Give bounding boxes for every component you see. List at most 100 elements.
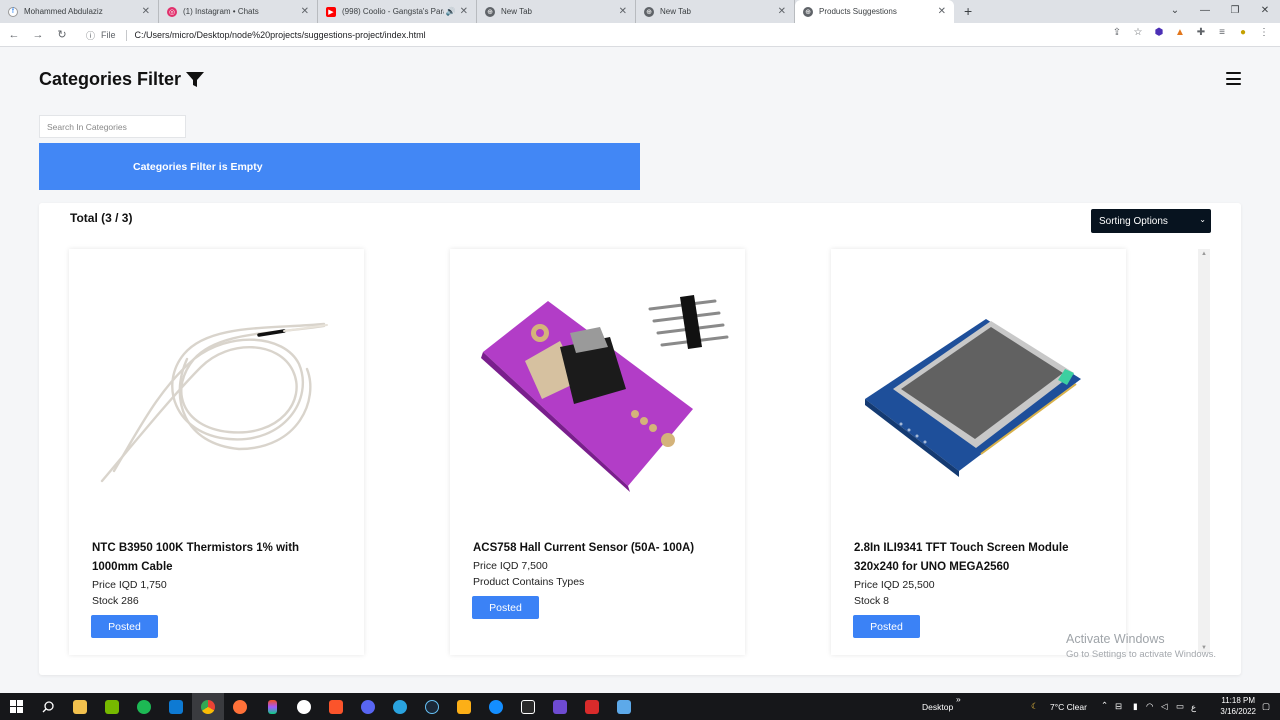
product-card: ACS758 Hall Current Sensor (50A- 100A) P… [450, 249, 745, 655]
product-price: Price IQD 7,500 [473, 560, 548, 572]
current-sensor-board-image [481, 295, 729, 492]
notifications-icon[interactable]: ▢ [1262, 701, 1270, 712]
product-name: ACS758 Hall Current Sensor (50A- 100A) [473, 542, 695, 554]
profile-icon[interactable]: ● [1237, 26, 1249, 38]
new-tab-button[interactable]: + [964, 0, 972, 23]
posted-button[interactable]: Posted [472, 596, 539, 619]
file-explorer-icon[interactable] [64, 693, 96, 720]
network-icon[interactable]: ⊟ [1115, 701, 1122, 712]
rockstar-icon[interactable] [448, 693, 480, 720]
product-card: 2.8In ILI9341 TFT Touch Screen Module 32… [831, 249, 1126, 655]
product-name: NTC B3950 100K Thermistors 1% with 1000m… [92, 542, 300, 573]
close-tab-icon[interactable]: ✕ [460, 6, 468, 17]
language-indicator[interactable]: ع [1191, 702, 1196, 713]
file-label: File [101, 30, 116, 40]
close-tab-icon[interactable]: ✕ [301, 6, 309, 17]
volume-icon[interactable]: ◁ [1161, 701, 1168, 712]
speaker-icon[interactable]: 🔊 [446, 7, 456, 16]
discord-icon[interactable] [352, 693, 384, 720]
forward-icon[interactable]: → [28, 29, 48, 41]
share-icon[interactable]: ⇪ [1111, 26, 1123, 38]
weather-text[interactable]: 7°C Clear [1050, 702, 1087, 712]
page-content: Categories Filter Categories Filter is E… [0, 48, 1280, 693]
url-text[interactable]: C:/Users/micro/Desktop/node%20projects/s… [135, 30, 426, 40]
steam-icon[interactable] [416, 693, 448, 720]
more-menu-icon[interactable]: ⋮ [1258, 26, 1270, 38]
microphone-icon[interactable]: ▮ [1133, 701, 1138, 712]
chevron-down-icon: ⌄ [1199, 215, 1206, 224]
chevron-icon[interactable]: » [956, 694, 961, 704]
taskbar-clock[interactable]: 11:18 PM 3/16/2022 [1220, 695, 1256, 717]
tab-title: (1) Instagram • Chats [183, 7, 259, 16]
products-scrollbar[interactable]: ▲ ▼ [1198, 249, 1210, 653]
tab-title: New Tab [501, 7, 532, 16]
product-price: Price IQD 25,500 [854, 579, 935, 591]
sorting-options-select[interactable]: Sorting Options ⌄ [1091, 209, 1211, 233]
telegram-icon[interactable] [384, 693, 416, 720]
close-tab-icon[interactable]: ✕ [142, 6, 150, 17]
windows-start-icon[interactable] [0, 693, 32, 720]
close-window-icon[interactable]: ✕ [1250, 0, 1280, 23]
desktop-toolbar-label[interactable]: Desktop [922, 702, 953, 712]
posted-button[interactable]: Posted [91, 615, 158, 638]
app-red-icon[interactable] [576, 693, 608, 720]
tab-youtube[interactable]: ▶ (998) Coolio - Gangsta's Para 🔊 ✕ [318, 0, 477, 23]
browser-tab-strip: f Mohammed Abdulaziz ✕ ◎ (1) Instagram • Ch… [0, 0, 1280, 23]
category-search-input[interactable] [39, 115, 186, 138]
nvidia-icon[interactable] [96, 693, 128, 720]
page-header: Categories Filter [39, 69, 205, 90]
tab-search-icon[interactable]: ⌄ [1160, 0, 1190, 23]
metamask-icon[interactable]: ▲ [1174, 26, 1186, 38]
tab-products-suggestions[interactable]: ⊕ Products Suggestions ✕ [795, 0, 954, 23]
alert-text: Categories Filter is Empty [133, 160, 263, 173]
product-card: NTC B3950 100K Thermistors 1% with 1000m… [69, 249, 364, 655]
address-bar: ← → ↻ ⓘ File C:/Users/micro/Desktop/node… [0, 23, 1280, 47]
tab-mohammed[interactable]: f Mohammed Abdulaziz ✕ [0, 0, 159, 23]
search-icon[interactable] [32, 693, 64, 720]
battery-icon[interactable]: ▭ [1176, 701, 1184, 712]
omnibox[interactable]: ⓘ File C:/Users/micro/Desktop/node%20pro… [86, 26, 1146, 44]
close-tab-icon[interactable]: ✕ [778, 6, 786, 17]
activate-windows-watermark: Activate Windows Go to Settings to activ… [1066, 632, 1216, 662]
figma-icon[interactable] [256, 693, 288, 720]
product-stock: Stock 286 [92, 595, 139, 607]
hamburger-menu-icon[interactable] [1226, 72, 1241, 85]
restore-icon[interactable]: ❐ [1220, 0, 1250, 23]
facebook-icon: f [8, 6, 18, 17]
chrome-icon[interactable] [192, 693, 224, 720]
epic-games-icon[interactable] [512, 693, 544, 720]
vscode-icon[interactable] [160, 693, 192, 720]
total-count: Total (3 / 3) [70, 211, 133, 225]
product-price: Price IQD 1,750 [92, 579, 167, 591]
tray-up-icon[interactable]: ⌃ [1101, 700, 1108, 711]
tab-instagram[interactable]: ◎ (1) Instagram • Chats ✕ [159, 0, 318, 23]
firefox-icon[interactable] [224, 693, 256, 720]
extension-hex-icon[interactable]: ⬢ [1153, 26, 1165, 38]
minimize-icon[interactable]: — [1190, 0, 1220, 23]
puzzle-icon[interactable]: ✚ [1195, 26, 1207, 38]
filter-empty-alert: Categories Filter is Empty [39, 143, 640, 190]
brave-icon[interactable] [320, 693, 352, 720]
globe-icon: ⊕ [644, 6, 654, 17]
watermark-subtitle: Go to Settings to activate Windows. [1066, 649, 1216, 660]
close-tab-icon[interactable]: ✕ [938, 6, 946, 17]
wifi-icon[interactable]: ◠ [1146, 701, 1153, 712]
bookmark-star-icon[interactable]: ☆ [1132, 26, 1144, 38]
reading-list-icon[interactable]: ≡ [1216, 26, 1228, 38]
battlenet-icon[interactable] [480, 693, 512, 720]
page-title: Categories Filter [39, 69, 182, 89]
tab-title: Products Suggestions [819, 7, 897, 16]
reload-icon[interactable]: ↻ [52, 28, 72, 41]
app-blue-icon[interactable] [608, 693, 640, 720]
back-icon[interactable]: ← [4, 29, 24, 41]
app-purple-icon[interactable] [544, 693, 576, 720]
scroll-up-icon[interactable]: ▲ [1201, 251, 1207, 257]
info-icon[interactable]: ⓘ [86, 29, 95, 42]
tab-new-2[interactable]: ⊕ New Tab ✕ [636, 0, 795, 23]
posted-button[interactable]: Posted [853, 615, 920, 638]
app-green-icon[interactable] [128, 693, 160, 720]
app-g-icon[interactable] [288, 693, 320, 720]
close-tab-icon[interactable]: ✕ [619, 6, 627, 17]
windows-taskbar: Desktop » ☾ 7°C Clear ⌃ ⊟ ▮ ◠ ◁ ▭ ع 11:1… [0, 693, 1280, 720]
tab-new-1[interactable]: ⊕ New Tab ✕ [477, 0, 636, 23]
